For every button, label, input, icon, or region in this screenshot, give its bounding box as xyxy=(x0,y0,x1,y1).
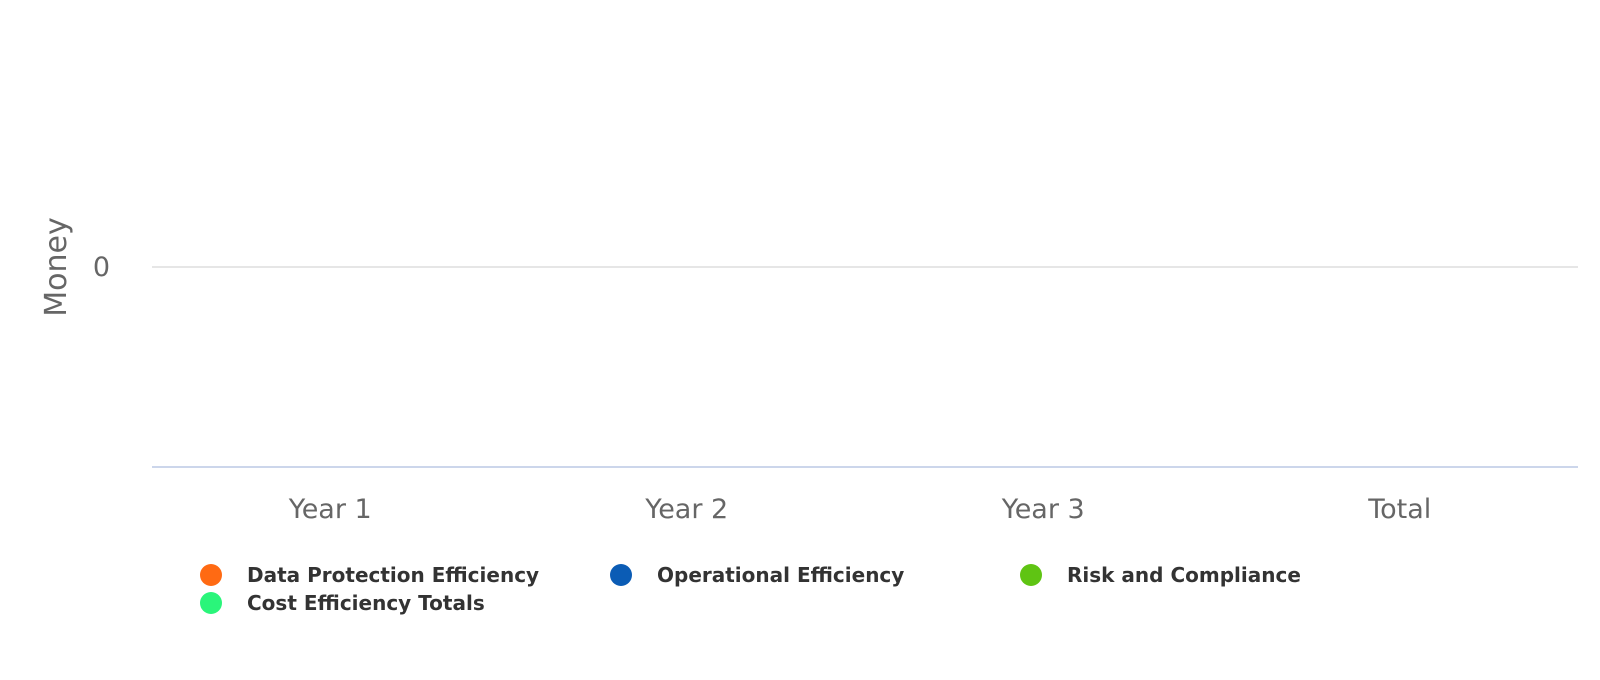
x-tick-label: Year 3 xyxy=(1001,494,1085,525)
legend-item[interactable]: Data Protection Efficiency xyxy=(200,562,610,588)
x-tick-label: Year 2 xyxy=(644,494,728,525)
legend-marker-icon xyxy=(610,564,632,586)
x-tick-label: Total xyxy=(1367,494,1431,525)
legend-item[interactable]: Operational Efficiency xyxy=(610,562,1020,588)
y-axis-label: Money xyxy=(39,217,74,316)
legend-marker-icon xyxy=(1020,564,1042,586)
legend-marker-icon xyxy=(200,592,222,614)
legend-item[interactable]: Risk and Compliance xyxy=(1020,562,1430,588)
legend-item[interactable]: Cost Efficiency Totals xyxy=(200,590,610,616)
legend-marker-icon xyxy=(200,564,222,586)
legend-label: Risk and Compliance xyxy=(1067,563,1301,587)
legend-label: Operational Efficiency xyxy=(657,563,905,587)
legend-label: Data Protection Efficiency xyxy=(247,563,540,587)
legend: Data Protection Efficiency Operational Ef… xyxy=(200,562,1500,616)
y-tick-label: 0 xyxy=(93,252,110,283)
x-tick-labels: Year 1 Year 2 Year 3 Total xyxy=(288,494,1432,525)
x-tick-label: Year 1 xyxy=(288,494,372,525)
legend-label: Cost Efficiency Totals xyxy=(247,591,485,615)
